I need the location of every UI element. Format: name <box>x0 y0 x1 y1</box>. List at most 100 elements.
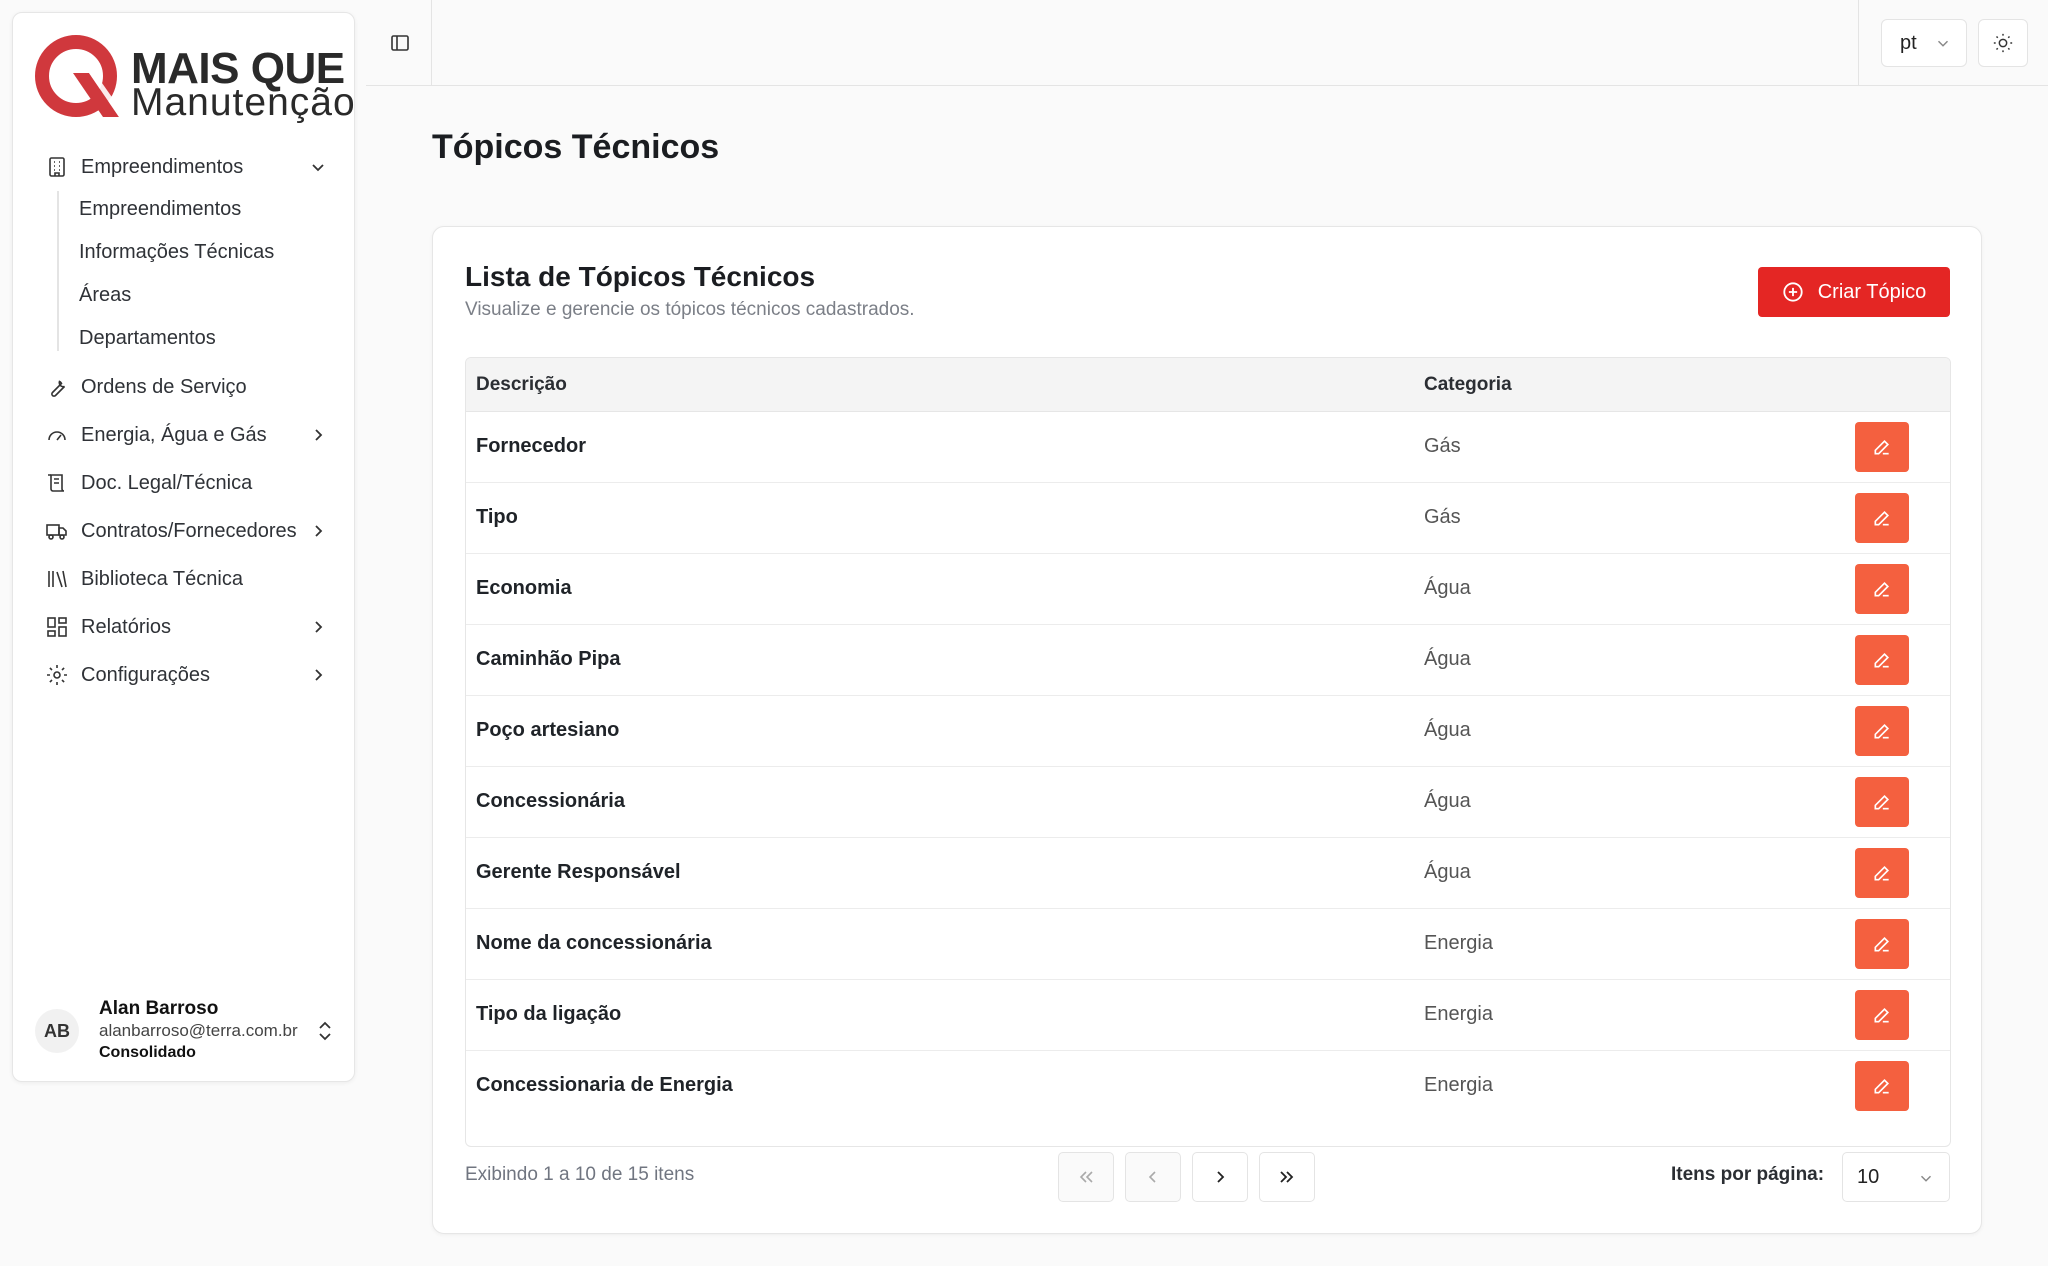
dashboard-icon <box>47 617 67 637</box>
chevron-right-icon <box>315 429 323 441</box>
cell-category: Energia <box>1424 932 1493 954</box>
pencil-icon <box>1874 936 1890 952</box>
subitem-empreendimentos[interactable]: Empreendimentos <box>67 191 337 227</box>
cell-description: Concessionaria de Energia <box>476 1074 733 1096</box>
submenu-line <box>57 191 59 351</box>
edit-button[interactable] <box>1855 635 1909 685</box>
first-page-button[interactable] <box>1058 1152 1114 1202</box>
user-org: Consolidado <box>99 1044 196 1061</box>
edit-button[interactable] <box>1855 422 1909 472</box>
cell-category: Água <box>1424 861 1471 883</box>
pagination-info: Exibindo 1 a 10 de 15 itens <box>465 1164 695 1185</box>
subitem-areas[interactable]: Áreas <box>67 277 337 313</box>
user-menu[interactable]: AB Alan Barroso alanbarroso@terra.com.br… <box>33 991 348 1071</box>
gear-icon <box>47 665 67 685</box>
edit-button[interactable] <box>1855 1061 1909 1111</box>
user-name: Alan Barroso <box>99 998 219 1019</box>
sidebar: MAIS QUE Manutenção Empreendimentos Empr… <box>12 12 355 1082</box>
cell-description: Gerente Responsável <box>476 861 681 883</box>
table-row: Economia Água <box>466 554 1950 625</box>
cell-description: Concessionária <box>476 790 625 812</box>
brand-logo[interactable]: MAIS QUE Manutenção <box>25 23 355 123</box>
edit-button[interactable] <box>1855 493 1909 543</box>
scroll-icon <box>48 474 65 492</box>
table-row: Concessionária Água <box>466 767 1950 838</box>
prev-page-button[interactable] <box>1125 1152 1181 1202</box>
sidebar-item-empreendimentos[interactable]: Empreendimentos <box>33 147 348 187</box>
sidebar-item-biblioteca[interactable]: Biblioteca Técnica <box>33 559 348 599</box>
next-page-button[interactable] <box>1192 1152 1248 1202</box>
per-page-select[interactable]: 10 <box>1842 1152 1950 1202</box>
logo-mark-icon <box>35 35 123 117</box>
sidebar-item-label: Configurações <box>81 663 210 686</box>
pencil-icon <box>1874 581 1890 597</box>
sidebar-item-doc-legal[interactable]: Doc. Legal/Técnica <box>33 463 348 503</box>
pencil-icon <box>1874 1078 1890 1094</box>
sidebar-item-label: Energia, Água e Gás <box>81 423 267 446</box>
per-page-label: Itens por página: <box>1671 1164 1825 1185</box>
brand-line-2: Manutenção <box>131 81 356 124</box>
create-topic-label: Criar Tópico <box>1817 280 1927 303</box>
cell-category: Gás <box>1424 506 1461 528</box>
edit-button[interactable] <box>1855 848 1909 898</box>
topics-table: Descrição Categoria Fornecedor Gás Tipo Gás… <box>465 357 1951 1147</box>
cell-category: Água <box>1424 648 1471 670</box>
sidebar-item-relatorios[interactable]: Relatórios <box>33 607 348 647</box>
chevrons-left-icon <box>1079 1171 1093 1183</box>
create-topic-button[interactable]: Criar Tópico <box>1758 267 1950 317</box>
card-subtitle: Visualize e gerencie os tópicos técnicos… <box>465 299 915 320</box>
cell-category: Água <box>1424 790 1471 812</box>
pencil-icon <box>1874 865 1890 881</box>
library-icon <box>48 570 67 588</box>
cell-description: Poço artesiano <box>476 719 620 741</box>
subitem-departamentos[interactable]: Departamentos <box>67 320 337 356</box>
truck-icon <box>46 524 67 540</box>
pencil-icon <box>1874 723 1890 739</box>
edit-button[interactable] <box>1855 777 1909 827</box>
table-header: Descrição Categoria <box>466 358 1950 412</box>
sidebar-item-label: Biblioteca Técnica <box>81 567 243 590</box>
table-row: Tipo da ligação Energia <box>466 980 1950 1051</box>
theme-toggle-button[interactable] <box>1978 19 2028 67</box>
column-header-descricao[interactable]: Descrição <box>476 374 567 396</box>
edit-button[interactable] <box>1855 564 1909 614</box>
chevron-right-icon <box>1217 1171 1225 1183</box>
gauge-icon <box>48 431 66 441</box>
sidebar-toggle-icon[interactable] <box>388 31 412 55</box>
pagination <box>1058 1152 1315 1202</box>
table-row: Gerente Responsável Água <box>466 838 1950 909</box>
chevron-down-icon <box>312 164 324 172</box>
pencil-icon <box>1874 439 1890 455</box>
sidebar-item-label: Relatórios <box>81 615 172 638</box>
table-row: Nome da concessionária Energia <box>466 909 1950 980</box>
last-page-button[interactable] <box>1259 1152 1315 1202</box>
pencil-icon <box>1874 794 1890 810</box>
edit-button[interactable] <box>1855 990 1909 1040</box>
sidebar-item-contratos[interactable]: Contratos/Fornecedores <box>33 511 348 551</box>
building-icon <box>49 157 65 177</box>
pencil-icon <box>1874 652 1890 668</box>
cell-category: Gás <box>1424 435 1461 457</box>
chevron-left-icon <box>1148 1171 1156 1183</box>
sidebar-item-label: Ordens de Serviço <box>81 375 247 398</box>
sidebar-item-energia-agua-gas[interactable]: Energia, Água e Gás <box>33 415 348 455</box>
cell-description: Nome da concessionária <box>476 932 712 954</box>
divider <box>1858 0 1859 86</box>
sidebar-item-configuracoes[interactable]: Configurações <box>33 655 348 695</box>
column-header-categoria[interactable]: Categoria <box>1424 374 1512 396</box>
sidebar-item-ordens-servico[interactable]: Ordens de Serviço <box>33 367 348 407</box>
edit-button[interactable] <box>1855 706 1909 756</box>
edit-button[interactable] <box>1855 919 1909 969</box>
plus-circle-icon <box>1783 282 1803 302</box>
language-select[interactable]: pt <box>1881 19 1967 67</box>
user-email: alanbarroso@terra.com.br <box>99 1021 298 1040</box>
top-bar: pt <box>366 0 2048 86</box>
cell-description: Tipo da ligação <box>476 1003 622 1025</box>
cell-description: Caminhão Pipa <box>476 648 621 670</box>
chevrons-up-down-icon[interactable] <box>314 1019 336 1043</box>
table-body: Fornecedor Gás Tipo Gás Economia Água Caminhão… <box>466 412 1950 1122</box>
chevron-right-icon <box>315 525 323 537</box>
wrench-icon <box>51 380 66 397</box>
chevron-right-icon <box>315 621 323 633</box>
subitem-informacoes-tecnicas[interactable]: Informações Técnicas <box>67 234 337 270</box>
